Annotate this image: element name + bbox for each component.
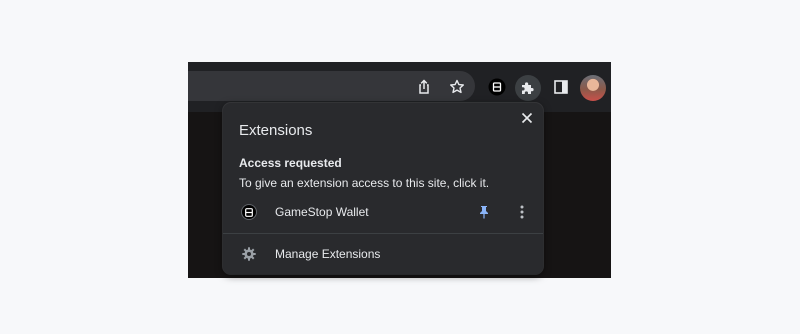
star-icon — [450, 79, 464, 94]
extensions-menu-title: Extensions — [239, 122, 313, 139]
access-requested-description: To give an extension access to this site… — [239, 176, 490, 190]
more-vert-icon — [520, 205, 524, 219]
close-button[interactable] — [519, 110, 535, 126]
menu-divider — [223, 233, 543, 234]
manage-extensions-item[interactable]: Manage Extensions — [223, 241, 543, 267]
side-panel-icon — [554, 80, 568, 94]
extension-item-gamestop-wallet[interactable]: GameStop Wallet — [223, 200, 543, 226]
bookmark-button[interactable] — [445, 75, 469, 99]
close-icon — [521, 112, 533, 124]
access-requested-heading: Access requested — [239, 156, 342, 170]
extensions-button[interactable] — [515, 75, 541, 101]
wallet-icon — [488, 78, 506, 96]
puzzle-icon — [522, 82, 534, 94]
extension-name: GameStop Wallet — [275, 205, 369, 219]
pin-icon — [480, 206, 488, 219]
share-button[interactable] — [412, 75, 436, 99]
manage-extensions-label: Manage Extensions — [275, 247, 381, 261]
gamestop-wallet-toolbar-button[interactable] — [485, 75, 509, 99]
gear-icon — [241, 246, 257, 262]
more-options-button[interactable] — [515, 203, 529, 221]
wallet-icon — [241, 204, 257, 220]
extensions-menu: Extensions Access requested To give an e… — [223, 103, 543, 274]
side-panel-button[interactable] — [549, 75, 573, 99]
share-icon — [419, 79, 429, 94]
profile-avatar[interactable] — [580, 75, 606, 101]
pin-button[interactable] — [475, 203, 493, 221]
